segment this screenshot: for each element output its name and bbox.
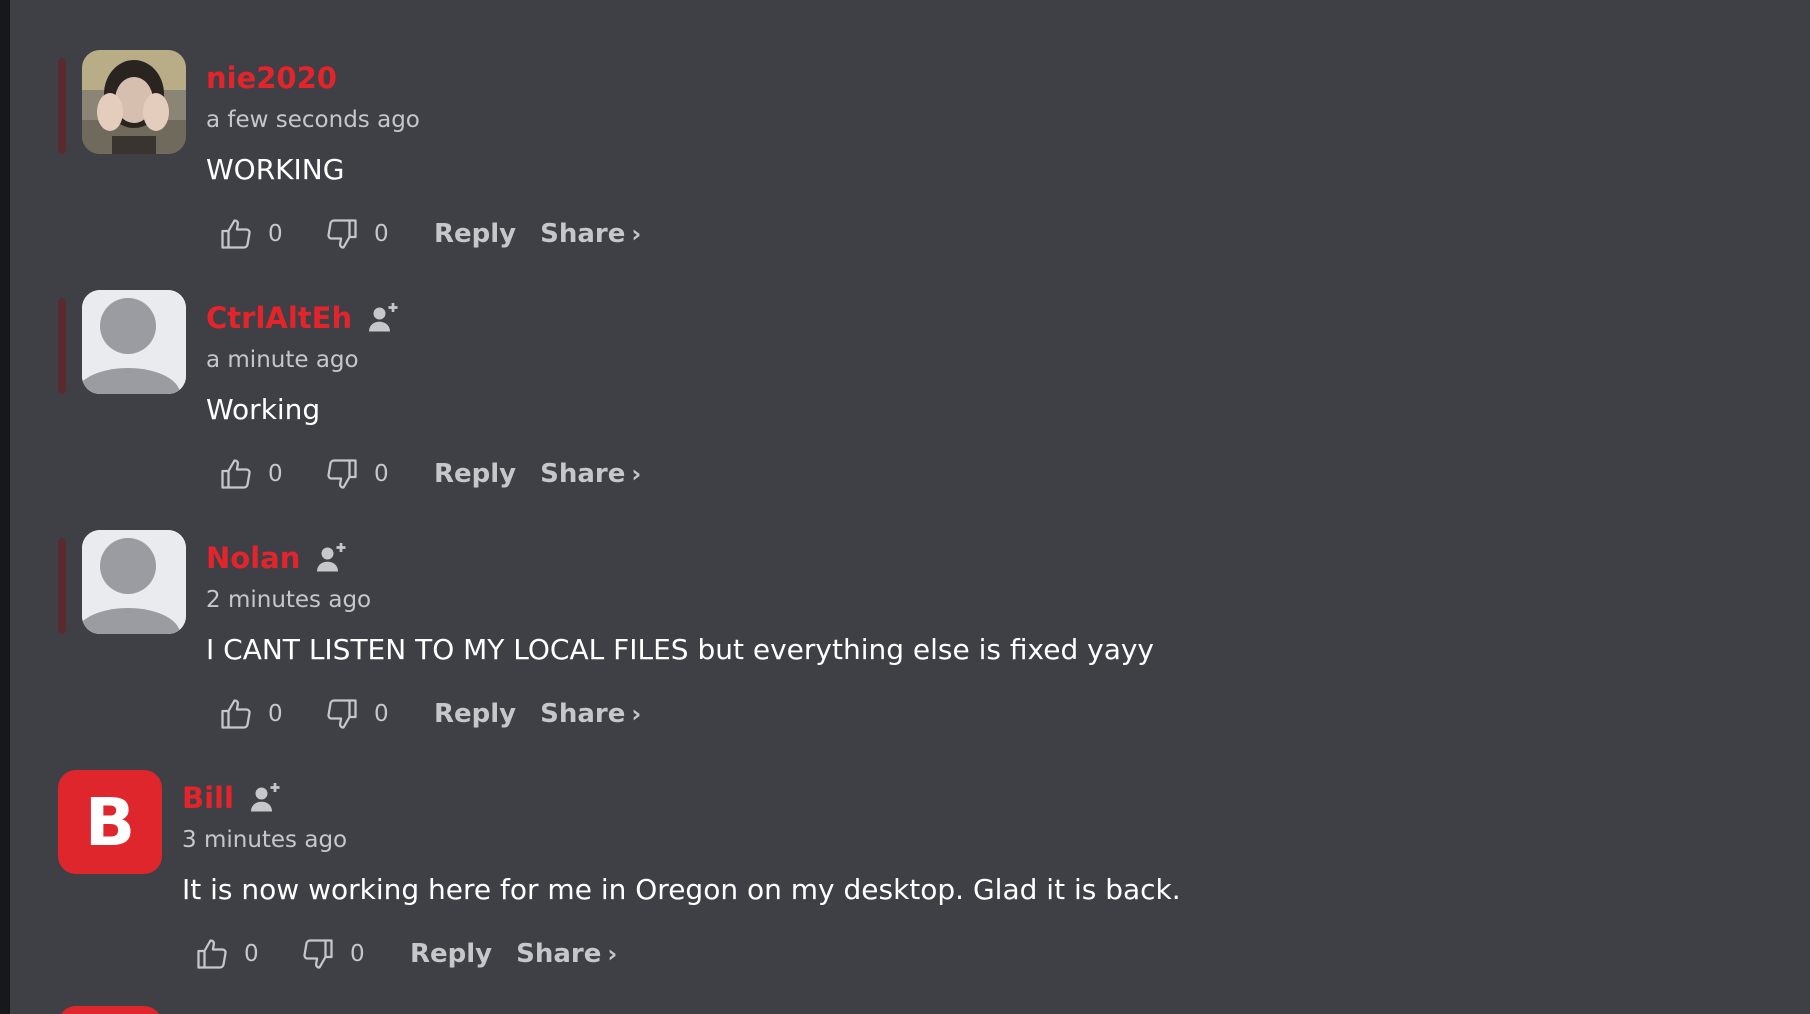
username[interactable]: Bill [182,781,234,815]
share-button[interactable]: Share › [540,459,641,489]
comment-actions: 0 0 Reply Share › [218,212,641,256]
comment-text: WORKING [206,153,345,186]
timestamp[interactable]: 2 minutes ago [206,587,371,613]
next-comment-avatar-peek [58,1006,162,1014]
avatar[interactable]: B [58,770,162,874]
like-count: 0 [268,461,283,487]
comment-text: Working [206,393,321,426]
share-button[interactable]: Share › [540,219,641,249]
comment-item: CtrlAltEh a minute ago Working 0 0 Reply… [0,290,1810,530]
reply-button[interactable]: Reply [434,699,516,729]
comment-actions: 0 0 Reply Share › [194,932,617,976]
chevron-right-icon: › [631,220,642,248]
thumbs-up-icon[interactable] [194,936,230,972]
thumbs-up-icon[interactable] [218,216,254,252]
name-row: Nolan [206,536,350,580]
avatar-letter: B [84,783,136,861]
chevron-right-icon: › [607,940,618,968]
username[interactable]: Nolan [206,541,300,575]
default-user-avatar-icon [82,290,186,394]
comment-item: B Bill 3 minutes ago It is now working h… [0,770,1810,1010]
share-label: Share [540,699,626,729]
comment-item: nie2020 a few seconds ago WORKING 0 0 Re… [0,50,1810,290]
follow-user-icon[interactable] [314,540,350,576]
reply-button[interactable]: Reply [410,939,492,969]
comment-text: I CANT LISTEN TO MY LOCAL FILES but ever… [206,633,1154,666]
thread-indicator [58,298,66,394]
dislike-count: 0 [374,701,389,727]
comment-actions: 0 0 Reply Share › [218,692,641,736]
dislike-count: 0 [374,461,389,487]
share-label: Share [540,459,626,489]
name-row: nie2020 [206,56,337,100]
comment-actions: 0 0 Reply Share › [218,452,641,496]
thumbs-down-icon[interactable] [324,696,360,732]
thumbs-down-icon[interactable] [324,216,360,252]
thumbs-up-icon[interactable] [218,456,254,492]
reply-button[interactable]: Reply [434,459,516,489]
share-label: Share [540,219,626,249]
thread-indicator [58,538,66,634]
default-user-avatar-icon [82,530,186,634]
comment-text: It is now working here for me in Oregon … [182,873,1181,906]
username[interactable]: CtrlAltEh [206,301,352,335]
timestamp[interactable]: a few seconds ago [206,107,420,133]
share-label: Share [516,939,602,969]
timestamp[interactable]: 3 minutes ago [182,827,347,853]
share-button[interactable]: Share › [516,939,617,969]
chevron-right-icon: › [631,460,642,488]
reply-button[interactable]: Reply [434,219,516,249]
follow-user-icon[interactable] [366,300,402,336]
follow-user-icon[interactable] [248,780,284,816]
avatar[interactable] [82,290,186,394]
comment-item: Nolan 2 minutes ago I CANT LISTEN TO MY … [0,530,1810,770]
thumbs-down-icon[interactable] [324,456,360,492]
share-button[interactable]: Share › [540,699,641,729]
name-row: CtrlAltEh [206,296,402,340]
dislike-count: 0 [374,221,389,247]
dislike-count: 0 [350,941,365,967]
thread-indicator [58,58,66,154]
avatar[interactable] [82,50,186,154]
thumbs-down-icon[interactable] [300,936,336,972]
comments-page: nie2020 a few seconds ago WORKING 0 0 Re… [0,0,1810,1014]
chevron-right-icon: › [631,700,642,728]
avatar[interactable] [82,530,186,634]
username[interactable]: nie2020 [206,61,337,95]
name-row: Bill [182,776,284,820]
timestamp[interactable]: a minute ago [206,347,359,373]
user-photo-avatar [82,50,186,154]
like-count: 0 [268,701,283,727]
like-count: 0 [268,221,283,247]
like-count: 0 [244,941,259,967]
thumbs-up-icon[interactable] [218,696,254,732]
